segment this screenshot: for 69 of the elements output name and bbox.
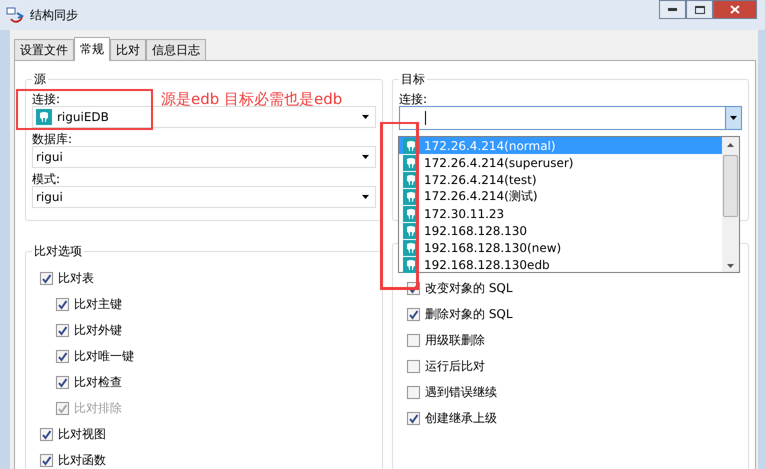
sync-icon <box>6 7 24 23</box>
tab[interactable]: 比对 <box>110 39 146 60</box>
checkbox-label: 删除对象的 SQL <box>425 306 513 322</box>
elephant-icon <box>36 109 52 125</box>
checkbox[interactable] <box>40 272 53 284</box>
scrollbar[interactable] <box>722 137 739 272</box>
dropdown-item[interactable]: 172.26.4.214(superuser) <box>399 154 722 171</box>
tab[interactable]: 信息日志 <box>146 39 206 60</box>
maximize-button[interactable] <box>686 0 713 19</box>
checkbox-label: 改变对象的 SQL <box>425 280 513 296</box>
close-button[interactable] <box>713 0 757 19</box>
checkbox-label: 比对函数 <box>58 452 106 468</box>
group-title: 源 <box>33 71 47 88</box>
checkbox-label: 比对视图 <box>58 426 106 442</box>
maximize-icon <box>694 6 704 14</box>
scrollbar-thumb[interactable] <box>723 155 738 217</box>
group-title: 目标 <box>400 71 426 88</box>
field-label: 连接: <box>399 92 428 106</box>
checkbox-label: 遇到错误继续 <box>425 384 497 400</box>
checkbox-label: 创建继承上级 <box>425 410 497 426</box>
field-label: 模式: <box>32 172 60 186</box>
checkbox-label: 比对排除 <box>74 400 122 416</box>
checkbox[interactable] <box>40 428 53 440</box>
caret-icon <box>362 115 369 119</box>
dropdown-item[interactable]: 172.26.4.214(测试) <box>399 188 722 205</box>
tab[interactable]: 常规 <box>74 37 110 61</box>
checkbox-label: 比对主键 <box>74 296 122 312</box>
combo-box[interactable]: riguiEDB <box>32 106 376 128</box>
checkbox[interactable] <box>407 412 420 424</box>
tab[interactable]: 设置文件 <box>14 39 74 60</box>
checkbox-label: 比对表 <box>58 270 94 286</box>
checkbox-label: 用级联删除 <box>425 332 485 348</box>
combo-value: rigui <box>36 150 64 164</box>
combo-box[interactable]: rigui <box>32 186 376 208</box>
caret-icon <box>362 155 369 159</box>
checkbox[interactable] <box>56 350 69 362</box>
dropdown-item[interactable]: 192.168.128.130(new) <box>399 239 722 256</box>
checkbox[interactable] <box>407 308 420 320</box>
window-title: 结构同步 <box>30 6 78 24</box>
dropdown-item[interactable]: 192.168.128.130 <box>399 222 722 239</box>
checkbox-label: 比对唯一键 <box>74 348 134 364</box>
field-label: 连接: <box>32 92 60 106</box>
checkbox[interactable] <box>56 298 69 310</box>
checkbox[interactable] <box>407 334 420 346</box>
checkbox[interactable] <box>56 324 69 336</box>
minimize-button[interactable] <box>659 0 686 19</box>
checkbox[interactable] <box>40 454 53 466</box>
minimize-icon <box>668 8 677 11</box>
combo-box[interactable]: rigui <box>32 146 376 168</box>
dropdown-item[interactable]: 172.26.4.214(test) <box>399 171 722 188</box>
dropdown-item[interactable]: 172.30.11.23 <box>399 205 722 222</box>
field-label: 数据库: <box>32 132 72 146</box>
dropdown-button[interactable] <box>725 107 741 129</box>
checkbox[interactable] <box>407 360 420 372</box>
combo-value: riguiEDB <box>57 110 110 124</box>
caret-icon <box>362 195 369 199</box>
group-title: 比对选项 <box>33 243 83 260</box>
scroll-up-icon[interactable] <box>727 143 734 147</box>
close-icon <box>730 5 740 14</box>
annotation-text: 源是edb 目标必需也是edb <box>161 90 342 109</box>
dropdown-item[interactable]: 192.168.128.130edb <box>399 256 722 273</box>
checkbox[interactable] <box>56 376 69 388</box>
combo-value: rigui <box>36 190 64 204</box>
checkbox-label: 比对检查 <box>74 374 122 390</box>
checkbox[interactable] <box>407 386 420 398</box>
checkbox-label: 比对外键 <box>74 322 122 338</box>
checkbox-label: 运行后比对 <box>425 358 485 374</box>
scroll-down-icon[interactable] <box>727 264 734 268</box>
caret-icon <box>730 116 737 120</box>
